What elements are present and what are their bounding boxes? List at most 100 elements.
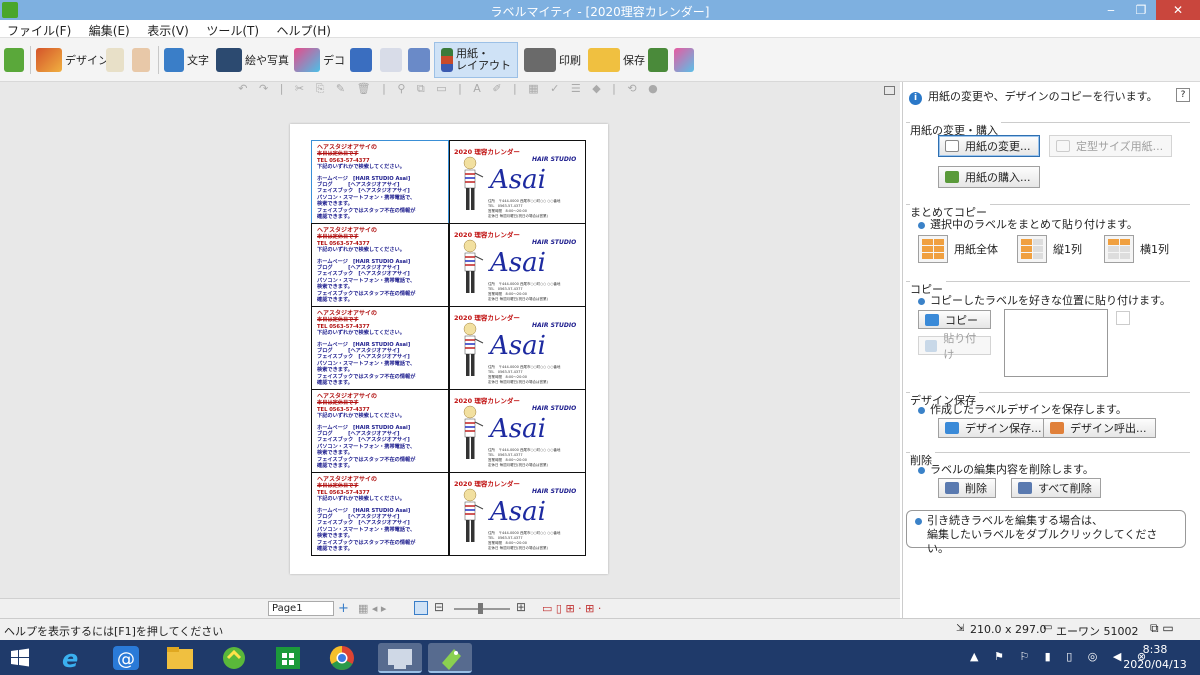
close-button[interactable]: ✕ [1156, 0, 1200, 20]
picture-label: 絵や写真 [245, 54, 289, 67]
text-button[interactable]: 文字 [164, 42, 209, 78]
delete-all-label: すべて削除 [1038, 482, 1092, 495]
zoom-in-icon[interactable]: ⊞ [516, 600, 526, 614]
layout-column-icon [1017, 235, 1047, 263]
layout-all-button[interactable]: 用紙全体 [918, 234, 998, 264]
ie-icon[interactable]: e [52, 643, 92, 673]
left-line-11: 確認できます。 [317, 463, 353, 470]
page-nav-icons[interactable]: ▦ ◂ ▸ [358, 602, 386, 615]
table-button[interactable] [380, 42, 405, 78]
picture-button[interactable]: 絵や写真 [216, 42, 289, 78]
label-right-5[interactable]: 2020 理容カレンダー HAIR STUDIO Asai 住所 〒444-0000 … [449, 472, 586, 556]
view-mode-icons[interactable]: ▭ ▯ ⊞ · ⊞ · [542, 602, 601, 615]
left-line-4: 下記のいずれかで検索してください。 [317, 247, 405, 254]
label-left-text: ヘアスタジオアサイの 本日は定休日です TEL 0563-57-4377 下記のいずれ… [317, 144, 415, 221]
chrome-icon[interactable] [322, 643, 362, 673]
hair-studio-text: HAIR STUDIO [532, 239, 577, 246]
label-left-text: ヘアスタジオアサイの 本日は定休日です TEL 0563-57-4377 下記のいずれ… [317, 227, 415, 304]
svg-text:e: e [62, 645, 78, 673]
text-style-button[interactable] [106, 42, 127, 78]
panel-toggle-icon[interactable] [884, 86, 895, 95]
label-right-1[interactable]: 2020 理容カレンダー HAIR STUDIO Asai 住所 〒444-0000 … [449, 140, 586, 224]
fit-page-icon[interactable] [414, 601, 428, 615]
delete-all-button[interactable]: すべて削除 [1011, 478, 1101, 498]
editor-canvas[interactable]: ↶ ↷ | ✂ ⎘ ✎ 🗑 | ⚲ ⧉ ▭ | A ✐ | ▦ ✓ ☰ ◆ | … [0, 82, 900, 598]
label-left-4[interactable]: ヘアスタジオアサイの 本日は定休日です TEL 0563-57-4377 下記のいずれ… [311, 389, 449, 473]
address-block: 住所 〒444-0000 西尾市○○町○○ ○○番地 TEL 0563-57-43… [488, 199, 560, 219]
layout-row-button[interactable]: 横1列 [1104, 234, 1169, 264]
panel-info: i 用紙の変更や、デザインのコピーを行います。 [909, 88, 1158, 105]
label-left-2[interactable]: ヘアスタジオアサイの 本日は定休日です TEL 0563-57-4377 下記のいずれ… [311, 223, 449, 307]
copy-button[interactable]: コピー [918, 310, 991, 329]
paste-button[interactable]: 貼り付け [918, 332, 991, 361]
section-delete: 削除 [906, 452, 1190, 468]
left-line-7: フェイスブック [ヘアスタジオアサイ] [317, 354, 410, 361]
remote-desktop-icon[interactable] [378, 643, 422, 673]
label-right-3[interactable]: 2020 理容カレンダー HAIR STUDIO Asai 住所 〒444-0000 … [449, 306, 586, 390]
left-line-11: 確認できます。 [317, 297, 353, 304]
note-line-1-text: 引き続きラベルを編集する場合は、 [927, 514, 1103, 527]
zoom-slider-thumb[interactable] [478, 603, 483, 614]
left-line-4: 下記のいずれかで検索してください。 [317, 413, 405, 420]
left-line-11: 確認できます。 [317, 214, 353, 221]
restore-button[interactable]: ❐ [1126, 0, 1156, 20]
paper-icon [945, 140, 959, 152]
label-left-3[interactable]: ヘアスタジオアサイの 本日は定休日です TEL 0563-57-4377 下記のいずれ… [311, 306, 449, 390]
clock[interactable]: 8:38 2020/04/13 [1110, 642, 1200, 672]
label-left-text: ヘアスタジオアサイの 本日は定休日です TEL 0563-57-4377 下記のいずれ… [317, 310, 415, 386]
save-button[interactable]: 保存 [588, 42, 645, 78]
window-mode-icons[interactable]: ⧉ ▭ [1150, 621, 1174, 636]
share-button[interactable] [674, 42, 697, 78]
design-save-button[interactable]: デザイン保存... [938, 418, 1051, 438]
layout-frame-icon [408, 48, 430, 72]
clear-preview-icon[interactable] [1116, 311, 1130, 325]
mail-icon[interactable]: @ [106, 643, 146, 673]
delete-button[interactable]: 削除 [938, 478, 996, 498]
frame-button[interactable] [132, 42, 153, 78]
frame2-button[interactable] [408, 42, 433, 78]
label-right-4[interactable]: 2020 理容カレンダー HAIR STUDIO Asai 住所 〒444-0000 … [449, 389, 586, 473]
print-button[interactable]: 印刷 [524, 42, 581, 78]
brand-logo-text: Asai [490, 248, 546, 278]
layout-row-label: 横1列 [1140, 243, 1169, 256]
buy-paper-button[interactable]: 用紙の購入... [938, 166, 1040, 188]
address-block: 住所 〒444-0000 西尾市○○町○○ ○○番地 TEL 0563-57-43… [488, 282, 560, 302]
editor-footer: Page1 + ▦ ◂ ▸ ⊟ ⊞ ▭ ▯ ⊞ · ⊞ · [0, 598, 900, 618]
change-paper-button[interactable]: 用紙の変更... [938, 135, 1040, 157]
fixed-size-paper-button[interactable]: 定型サイズ用紙... [1049, 135, 1173, 157]
cart-icon [945, 171, 959, 183]
export-button[interactable] [648, 42, 671, 78]
info-icon: i [909, 92, 922, 105]
shape-icon [350, 48, 372, 72]
label-right-2[interactable]: 2020 理容カレンダー HAIR STUDIO Asai 住所 〒444-0000 … [449, 223, 586, 307]
export-icon [648, 48, 668, 72]
label-left-1[interactable]: ヘアスタジオアサイの 本日は定休日です TEL 0563-57-4377 下記のいずれ… [311, 140, 449, 224]
barber-figure-icon [463, 239, 484, 293]
sync-app-icon[interactable] [214, 643, 254, 673]
label-left-5[interactable]: ヘアスタジオアサイの 本日は定休日です TEL 0563-57-4377 下記のいずれ… [311, 472, 449, 556]
shape-button[interactable] [350, 42, 375, 78]
status-paper-size: 210.0 x 297.0 [970, 623, 1047, 636]
design-load-button[interactable]: デザイン呼出... [1043, 418, 1156, 438]
deco-button[interactable]: デコ [294, 42, 345, 78]
delete-desc: ラベルの編集内容を削除します。 [918, 461, 1094, 477]
add-page-icon[interactable]: + [338, 601, 349, 616]
minimize-button[interactable]: ‒ [1096, 0, 1126, 20]
status-bar: ヘルプを表示するには[F1]を押してください ⇲ 210.0 x 297.0 ▭… [0, 618, 1200, 640]
zoom-out-icon[interactable]: ⊟ [434, 600, 444, 614]
help-icon[interactable]: ? [1176, 88, 1190, 102]
label-mode-button[interactable] [4, 42, 27, 78]
label-mighty-task-icon[interactable] [428, 643, 472, 673]
page-selector[interactable]: Page1 [268, 601, 334, 616]
design-icon [36, 48, 62, 72]
addr-line-4: 定休日 毎週月曜日(祝日の場合は営業) [488, 380, 548, 384]
label-left-text: ヘアスタジオアサイの 本日は定休日です TEL 0563-57-4377 下記のいずれ… [317, 393, 415, 470]
explorer-folder-icon[interactable] [160, 643, 200, 673]
barber-figure-icon [463, 156, 484, 210]
layout-column-button[interactable]: 縦1列 [1017, 234, 1082, 264]
design-button[interactable]: デザイン [36, 42, 109, 78]
start-windows-icon[interactable] [4, 643, 36, 673]
store-icon[interactable] [268, 643, 308, 673]
paper-layout-button[interactable]: 用紙・ レイアウト [434, 42, 518, 78]
print-label: 印刷 [559, 54, 581, 67]
